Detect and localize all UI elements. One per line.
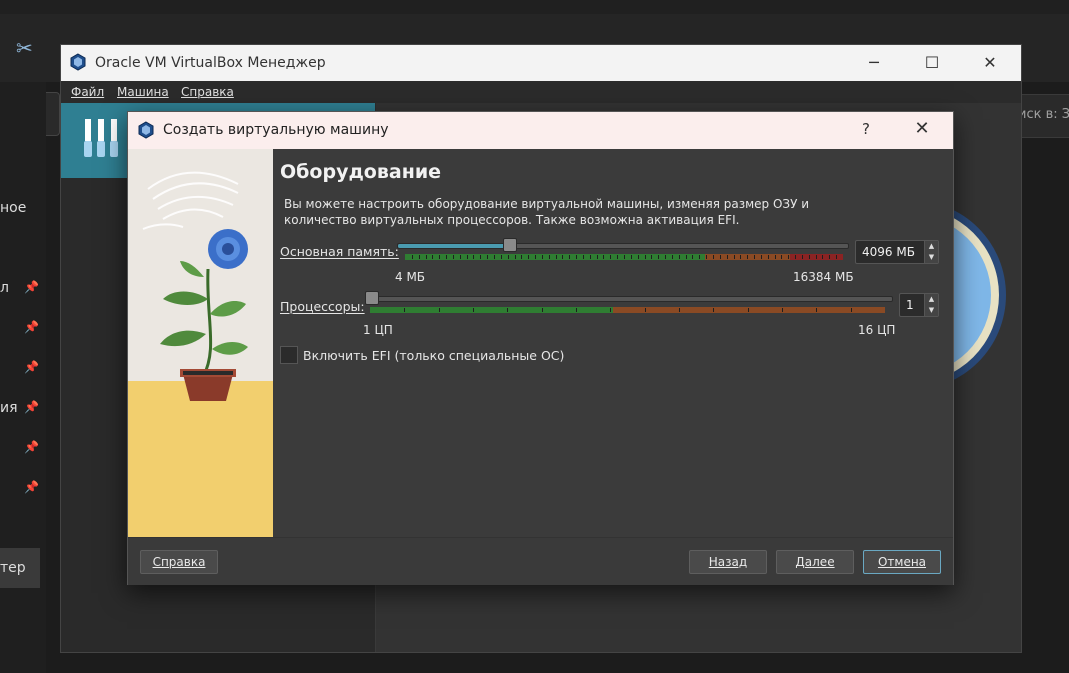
cpu-value[interactable]: 1 <box>906 298 914 312</box>
dialog-footer: Справка Назад Далее Отмена <box>128 537 953 585</box>
spin-up-icon[interactable]: ▲ <box>925 241 938 252</box>
dialog-titlebar: Создать виртуальную машину ? ✕ <box>128 112 953 149</box>
create-vm-dialog: Создать виртуальную машину ? ✕ Оборудова… <box>127 111 954 585</box>
cpu-slider[interactable] <box>365 296 893 302</box>
memory-spin-buttons: ▲ ▼ <box>924 241 938 263</box>
background-sidebar-text[interactable]: ное <box>0 200 26 216</box>
tools-icon <box>84 119 118 157</box>
vb-window-title: Oracle VM VirtualBox Менеджер <box>95 55 326 71</box>
pin-icon[interactable]: 📌 <box>24 320 39 334</box>
minimize-icon[interactable]: ─ <box>851 45 897 81</box>
pin-icon[interactable]: 📌 <box>24 440 39 454</box>
cpu-spin-buttons: ▲ ▼ <box>924 294 938 316</box>
background-sidebar-text[interactable]: л <box>0 280 9 296</box>
cpu-max-label: 16 ЦП <box>858 323 896 337</box>
spin-down-icon[interactable]: ▼ <box>925 305 938 316</box>
cancel-button[interactable]: Отмена <box>863 550 941 574</box>
page-title: Оборудование <box>280 161 442 183</box>
menu-file[interactable]: Файл <box>71 85 104 99</box>
menu-machine[interactable]: Машина <box>117 85 169 99</box>
virtualbox-logo-icon <box>70 53 86 71</box>
virtualbox-logo-icon <box>138 121 154 139</box>
memory-max-label: 16384 МБ <box>793 270 854 284</box>
vb-titlebar: Oracle VM VirtualBox Менеджер ─ ☐ ✕ <box>61 45 1021 81</box>
cut-icon[interactable]: ✂ <box>16 36 33 60</box>
cpu-scale-bar <box>370 307 885 313</box>
wizard-illustration <box>128 149 273 537</box>
spin-up-icon[interactable]: ▲ <box>925 294 938 305</box>
page-description: Вы можете настроить оборудование виртуал… <box>284 197 810 227</box>
memory-slider-fill <box>398 244 510 248</box>
cpu-label: Процессоры: <box>280 299 365 314</box>
efi-checkbox-label[interactable]: Включить EFI (только специальные ОС) <box>303 348 564 363</box>
maximize-icon[interactable]: ☐ <box>909 45 955 81</box>
cpu-spinbox[interactable]: 1 ▲ ▼ <box>899 293 939 317</box>
memory-label: Основная память: <box>280 244 399 259</box>
menu-help[interactable]: Справка <box>181 85 234 99</box>
background-top-bar <box>0 0 1069 14</box>
efi-checkbox[interactable] <box>280 346 298 364</box>
background-sidebar-text[interactable]: тер <box>0 560 26 576</box>
next-button[interactable]: Далее <box>776 550 854 574</box>
memory-min-label: 4 МБ <box>395 270 426 284</box>
cpu-slider-handle[interactable] <box>365 291 379 305</box>
spin-down-icon[interactable]: ▼ <box>925 252 938 263</box>
memory-value[interactable]: 4096 МБ <box>862 245 915 259</box>
close-icon[interactable]: ✕ <box>967 45 1013 81</box>
memory-slider[interactable] <box>397 243 849 249</box>
background-sidebar-text[interactable]: ия <box>0 400 18 416</box>
pin-icon[interactable]: 📌 <box>24 360 39 374</box>
help-icon[interactable]: ? <box>854 120 878 142</box>
back-button[interactable]: Назад <box>689 550 767 574</box>
cpu-min-label: 1 ЦП <box>363 323 393 337</box>
pin-icon[interactable]: 📌 <box>24 400 39 414</box>
dialog-title: Создать виртуальную машину <box>163 122 389 138</box>
close-icon[interactable]: ✕ <box>907 118 937 144</box>
memory-scale-bar <box>405 254 843 260</box>
wizard-page: Оборудование Вы можете настроить оборудо… <box>273 149 953 537</box>
memory-spinbox[interactable]: 4096 МБ ▲ ▼ <box>855 240 939 264</box>
help-button[interactable]: Справка <box>140 550 218 574</box>
background-search-text: иск в: З <box>1018 107 1069 122</box>
pin-icon[interactable]: 📌 <box>24 280 39 294</box>
memory-slider-handle[interactable] <box>503 238 517 252</box>
pin-icon[interactable]: 📌 <box>24 480 39 494</box>
